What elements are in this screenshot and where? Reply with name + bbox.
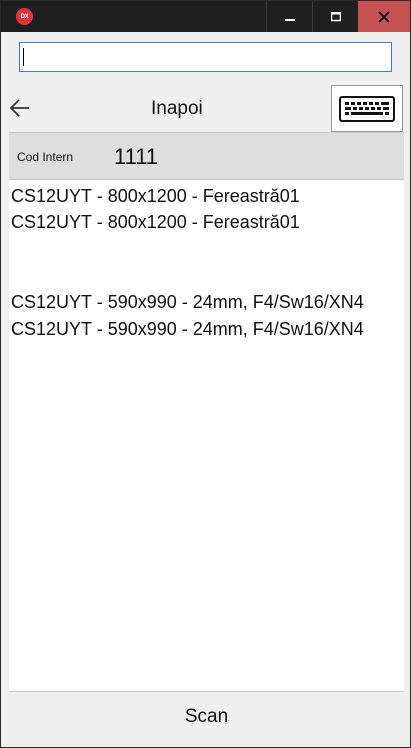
app-logo-icon: DX	[16, 8, 33, 25]
navigation-row: Inapoi	[9, 85, 404, 132]
scan-button-label: Scan	[184, 706, 229, 727]
cod-intern-label: Cod Intern	[17, 150, 74, 164]
cod-intern-row: Cod Intern 1111	[9, 132, 404, 180]
results-list[interactable]: CS12UYT - 800x1200 - Fereastră01 CS12UYT…	[9, 180, 404, 692]
close-button[interactable]	[358, 1, 410, 32]
cod-intern-value: 1111	[114, 144, 159, 169]
title-bar: DX	[1, 1, 410, 32]
keyboard-button[interactable]	[331, 85, 403, 132]
app-logo-text: DX	[20, 13, 29, 20]
maximize-button[interactable]	[312, 1, 358, 32]
maximize-icon	[330, 11, 341, 21]
back-label[interactable]: Inapoi	[151, 98, 203, 120]
keyboard-icon	[339, 95, 395, 122]
text-caret	[23, 48, 24, 66]
minimize-button[interactable]	[266, 1, 312, 32]
list-item[interactable]: CS12UYT - 590x990 - 24mm, F4/Sw16/XN4	[11, 292, 364, 313]
main-content: Inapoi Cod Intern 1111 CS12UYT - 800x120…	[9, 32, 404, 741]
arrow-left-icon[interactable]	[9, 97, 31, 119]
list-item[interactable]: CS12UYT - 590x990 - 24mm, F4/Sw16/XN4	[11, 319, 364, 340]
list-item[interactable]: CS12UYT - 800x1200 - Fereastră01	[11, 212, 300, 233]
scan-button[interactable]: Scan	[9, 693, 404, 741]
app-window: DX Inapoi Cod Intern 1111 CS12UYT - 800x…	[0, 0, 411, 748]
minimize-icon	[284, 18, 295, 21]
list-item[interactable]: CS12UYT - 800x1200 - Fereastră01	[11, 186, 300, 207]
close-icon	[378, 10, 390, 23]
search-input[interactable]	[19, 42, 392, 72]
